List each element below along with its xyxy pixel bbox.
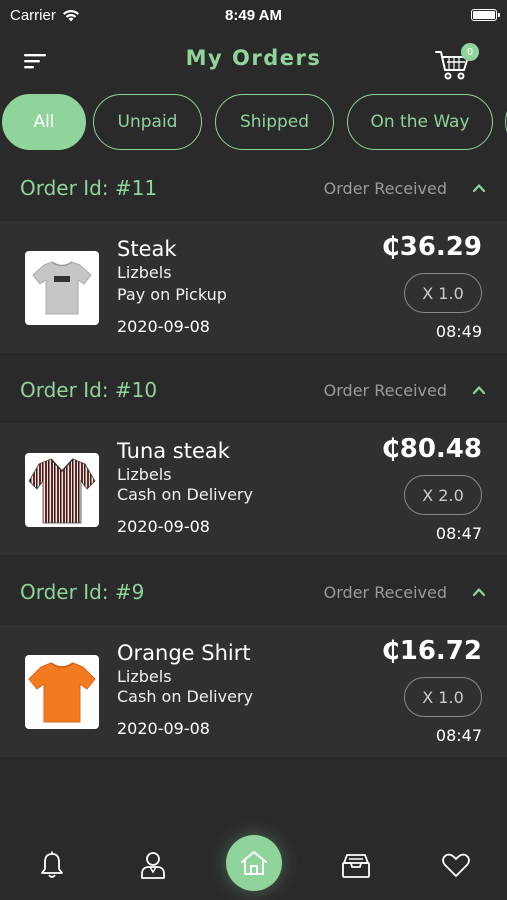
order-status: Order Received [323, 380, 447, 400]
item-name: Orange Shirt [117, 641, 251, 665]
item-seller: Lizbels [117, 667, 172, 686]
item-time: 08:47 [435, 726, 482, 745]
chevron-up-icon[interactable] [471, 180, 487, 196]
item-name: Steak [117, 237, 177, 261]
item-payment-method: Pay on Pickup [117, 285, 227, 304]
orange-tshirt-image [28, 662, 96, 723]
battery-icon [471, 9, 500, 21]
tab-shipped[interactable]: Shipped [215, 94, 334, 150]
order-status: Order Received [323, 178, 447, 198]
header: My Orders 0 [0, 38, 507, 84]
archive-icon[interactable] [340, 850, 372, 880]
carrier-label: Carrier [10, 6, 56, 24]
bottom-nav [0, 830, 507, 900]
item-date: 2020-09-08 [117, 517, 210, 536]
item-date: 2020-09-08 [117, 317, 210, 336]
order-item-card[interactable]: Orange Shirt Lizbels Cash on Delivery 20… [0, 625, 507, 757]
item-date: 2020-09-08 [117, 719, 210, 738]
tshirt-grey-image [32, 261, 92, 315]
user-icon[interactable] [138, 850, 168, 880]
tab-unpaid[interactable]: Unpaid [93, 94, 202, 150]
tab-all[interactable]: All [2, 94, 86, 150]
order-header[interactable]: Order Id: #11 Order Received [0, 155, 507, 221]
filter-tabs: All Unpaid Shipped On the Way [0, 94, 507, 152]
product-image [25, 251, 99, 325]
quantity-pill[interactable]: X 1.0 [404, 677, 482, 717]
quantity-pill[interactable]: X 1.0 [404, 273, 482, 313]
cart-count-badge: 0 [461, 43, 479, 61]
item-payment-method: Cash on Delivery [117, 485, 253, 504]
product-image [25, 453, 99, 527]
item-price: ₵16.72 [381, 636, 482, 666]
chevron-up-icon[interactable] [471, 584, 487, 600]
tab-on-the-way[interactable]: On the Way [347, 94, 493, 150]
cart-button[interactable]: 0 [433, 40, 479, 82]
item-time: 08:49 [435, 322, 482, 341]
order-id: Order Id: #11 [20, 176, 158, 200]
item-seller: Lizbels [117, 465, 172, 484]
product-image [25, 655, 99, 729]
striped-shirt-image [28, 458, 96, 524]
chevron-up-icon[interactable] [471, 382, 487, 398]
bell-icon[interactable] [37, 850, 67, 880]
order-id: Order Id: #9 [20, 580, 145, 604]
order-status: Order Received [323, 582, 447, 602]
item-price: ₵36.29 [381, 232, 482, 262]
order-item-card[interactable]: Steak Lizbels Pay on Pickup 2020-09-08 ₵… [0, 221, 507, 353]
wifi-icon [62, 9, 79, 21]
status-left: Carrier [10, 7, 80, 24]
page-title: My Orders [185, 46, 322, 70]
order-header[interactable]: Order Id: #9 Order Received [0, 559, 507, 625]
order-id: Order Id: #10 [20, 378, 158, 402]
item-seller: Lizbels [117, 263, 172, 282]
item-name: Tuna steak [117, 439, 230, 463]
item-payment-method: Cash on Delivery [117, 687, 253, 706]
item-time: 08:47 [435, 524, 482, 543]
status-bar: Carrier 8:49 AM [0, 0, 507, 30]
heart-icon[interactable] [441, 850, 471, 880]
quantity-pill[interactable]: X 2.0 [404, 475, 482, 515]
home-button[interactable] [226, 835, 282, 891]
order-item-card[interactable]: Tuna steak Lizbels Cash on Delivery 2020… [0, 423, 507, 555]
order-header[interactable]: Order Id: #10 Order Received [0, 357, 507, 423]
item-price: ₵80.48 [381, 434, 482, 464]
home-icon [241, 851, 267, 875]
